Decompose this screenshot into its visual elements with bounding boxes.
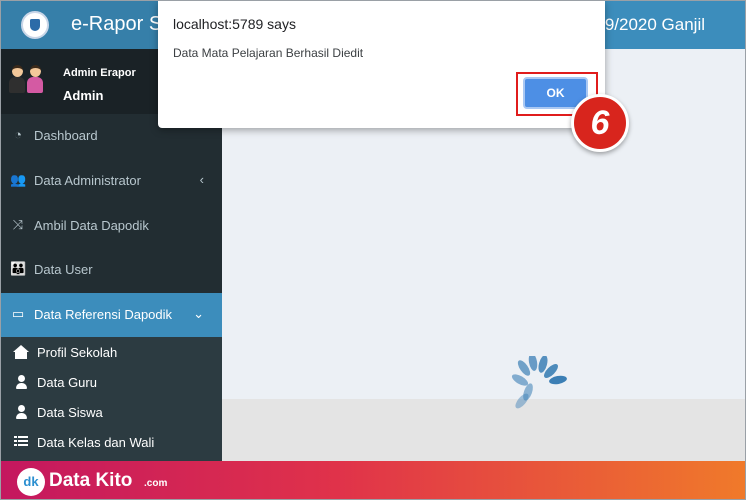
screenshot-frame: e-Rapor S 19/2020 Ganjil Admin Erapor Ad… <box>0 0 746 500</box>
sidebar-item-label: Data User <box>34 262 93 277</box>
dialog-title: localhost:5789 says <box>173 16 296 32</box>
sidebar-item-ambil-data-dapodik[interactable]: ⤨ Ambil Data Dapodik <box>1 204 222 248</box>
main-content-lower <box>222 399 745 461</box>
sidebar-item-label: Data Administrator <box>34 173 141 188</box>
sidebar-item-label: Dashboard <box>34 128 98 143</box>
avatar <box>9 63 45 97</box>
datakito-footer-banner: dk Data Kito .com <box>1 461 745 499</box>
sidebar-item-label: Ambil Data Dapodik <box>34 218 149 233</box>
dialog-message: Data Mata Pelajaran Berhasil Diedit <box>173 46 364 60</box>
tut-wuri-logo-icon <box>21 11 49 39</box>
academic-period: 19/2020 Ganjil <box>595 15 705 34</box>
chevron-left-icon: ‹ <box>199 172 204 187</box>
sidebar-item-data-referensi-dapodik[interactable]: ▭ Data Referensi Dapodik ⌄ <box>1 293 222 337</box>
sidebar-item-data-user[interactable]: 👪 Data User <box>1 248 222 292</box>
home-icon <box>13 345 29 359</box>
submenu-item-label: Profil Sekolah <box>37 345 118 360</box>
shuffle-icon: ⤨ <box>12 217 24 232</box>
footer-brand: Data Kito <box>49 470 133 491</box>
admin-users-icon: 👥 <box>10 172 27 187</box>
users-icon: 👪 <box>10 261 27 276</box>
chevron-down-icon: ⌄ <box>193 306 204 321</box>
submenu-data-referensi: Profil Sekolah Data Guru Data Siswa Data… <box>1 337 222 461</box>
user-icon <box>14 375 28 389</box>
submenu-item-data-guru[interactable]: Data Guru <box>1 367 222 397</box>
step-number-badge: 6 <box>571 94 629 152</box>
user-icon <box>14 405 28 419</box>
laptop-icon: ▭ <box>11 306 25 321</box>
submenu-item-profil-sekolah[interactable]: Profil Sekolah <box>1 337 222 367</box>
dashboard-icon: ◔ <box>14 127 22 142</box>
submenu-item-label: Data Guru <box>37 375 97 390</box>
list-icon <box>14 435 28 449</box>
sidebar-item-label: Data Referensi Dapodik <box>34 307 173 322</box>
loading-spinner-icon <box>511 356 567 409</box>
submenu-item-data-kelas-dan-wali[interactable]: Data Kelas dan Wali <box>1 427 222 457</box>
submenu-item-label: Data Siswa <box>37 405 103 420</box>
user-name: Admin Erapor <box>63 67 136 79</box>
datakito-logo-icon: dk <box>17 468 45 496</box>
sidebar-item-data-administrator[interactable]: 👥 Data Administrator ‹ <box>1 159 222 203</box>
submenu-item-label: Data Kelas dan Wali <box>37 435 155 450</box>
user-role: Admin <box>63 88 104 103</box>
footer-brand-tld: .com <box>144 478 168 489</box>
app-title: e-Rapor S <box>71 13 163 35</box>
submenu-item-data-siswa[interactable]: Data Siswa <box>1 397 222 427</box>
